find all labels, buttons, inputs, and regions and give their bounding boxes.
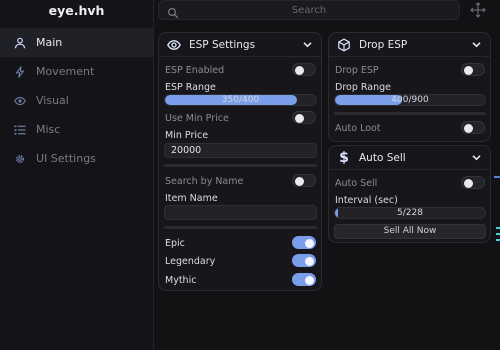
- eye-icon: [14, 95, 26, 107]
- dollar-icon: $: [339, 149, 349, 166]
- interval-value: 5/228: [397, 208, 423, 218]
- edge-accent: [494, 176, 500, 178]
- sidebar-item-ui-settings[interactable]: UI Settings: [0, 144, 153, 173]
- esp-range-slider[interactable]: 350/400: [164, 94, 317, 106]
- edge-accent: [496, 233, 500, 235]
- use-min-price-toggle[interactable]: [292, 111, 316, 124]
- list-icon: [14, 124, 26, 136]
- divider: [164, 226, 317, 229]
- esp-range-value: 350/400: [221, 95, 260, 105]
- eye-icon: [167, 38, 181, 52]
- drop-range-value: 400/900: [391, 95, 429, 105]
- box-icon: [337, 38, 351, 52]
- sidebar-item-label: UI Settings: [36, 152, 96, 165]
- search-bar: [158, 0, 460, 20]
- legendary-label: Legendary: [165, 256, 216, 267]
- sidebar-item-label: Main: [36, 36, 63, 49]
- user-icon: [14, 37, 26, 49]
- sidebar-item-movement[interactable]: Movement: [0, 57, 153, 86]
- auto-sell-toggle[interactable]: [461, 176, 485, 189]
- epic-label: Epic: [165, 238, 185, 249]
- drop-esp-toggle[interactable]: [461, 63, 485, 76]
- mythic-toggle[interactable]: [292, 273, 316, 286]
- search-by-name-toggle[interactable]: [292, 174, 316, 187]
- sidebar: eye.hvh Main Movement Visual Misc UI Set…: [0, 0, 154, 350]
- chevron-down-icon: [471, 152, 482, 163]
- min-price-label: Min Price: [165, 130, 209, 141]
- esp-settings-panel: ESP Settings ESP Enabled ESP Range 350/4…: [158, 32, 322, 291]
- drop-range-slider[interactable]: 400/900: [334, 94, 486, 106]
- drop-esp-label: Drop ESP: [335, 65, 379, 76]
- sidebar-item-label: Visual: [36, 94, 69, 107]
- interval-slider[interactable]: 5/228: [334, 207, 486, 219]
- drop-esp-header[interactable]: Drop ESP: [329, 33, 490, 57]
- panel-title: Drop ESP: [359, 38, 408, 51]
- sell-all-now-button[interactable]: Sell All Now: [334, 224, 486, 239]
- esp-range-label: ESP Range: [165, 82, 216, 93]
- gear-icon: [14, 153, 26, 165]
- use-min-price-label: Use Min Price: [165, 113, 229, 124]
- chevron-down-icon: [302, 39, 313, 50]
- auto-sell-label: Auto Sell: [335, 178, 378, 189]
- legendary-toggle[interactable]: [292, 254, 316, 267]
- esp-enabled-toggle[interactable]: [292, 63, 316, 76]
- epic-toggle[interactable]: [292, 236, 316, 249]
- min-price-input[interactable]: 20000: [164, 143, 317, 158]
- mythic-label: Mythic: [165, 275, 197, 286]
- app-logo: eye.hvh: [48, 3, 105, 18]
- bolt-icon: [14, 65, 26, 78]
- divider: [164, 164, 317, 167]
- panel-title: ESP Settings: [189, 38, 256, 51]
- move-arrows-icon[interactable]: [469, 1, 487, 19]
- item-name-label: Item Name: [165, 193, 218, 204]
- esp-enabled-label: ESP Enabled: [165, 65, 225, 76]
- divider: [334, 112, 486, 115]
- auto-loot-label: Auto Loot: [335, 123, 381, 134]
- chevron-down-icon: [471, 39, 482, 50]
- search-input[interactable]: [179, 4, 439, 16]
- sidebar-item-main[interactable]: Main: [0, 28, 153, 57]
- edge-accent: [496, 239, 500, 241]
- search-by-name-label: Search by Name: [165, 176, 244, 187]
- auto-sell-panel: $ Auto Sell Auto Sell Interval (sec) 5/2…: [328, 145, 491, 243]
- sidebar-item-label: Movement: [36, 65, 95, 78]
- drop-esp-panel: Drop ESP Drop ESP Drop Range 400/900 Aut…: [328, 32, 491, 142]
- sidebar-item-misc[interactable]: Misc: [0, 115, 153, 144]
- interval-label: Interval (sec): [335, 195, 398, 206]
- edge-accent: [496, 227, 500, 229]
- auto-sell-header[interactable]: $ Auto Sell: [329, 146, 490, 170]
- sidebar-item-visual[interactable]: Visual: [0, 86, 153, 115]
- panel-title: Auto Sell: [359, 151, 406, 164]
- search-icon: [167, 4, 179, 19]
- item-name-input[interactable]: [164, 205, 317, 220]
- sidebar-item-label: Misc: [36, 123, 61, 136]
- esp-settings-header[interactable]: ESP Settings: [159, 33, 321, 57]
- drop-range-label: Drop Range: [335, 82, 391, 93]
- auto-loot-toggle[interactable]: [461, 121, 485, 134]
- app-window: eye.hvh Main Movement Visual Misc UI Set…: [0, 0, 500, 350]
